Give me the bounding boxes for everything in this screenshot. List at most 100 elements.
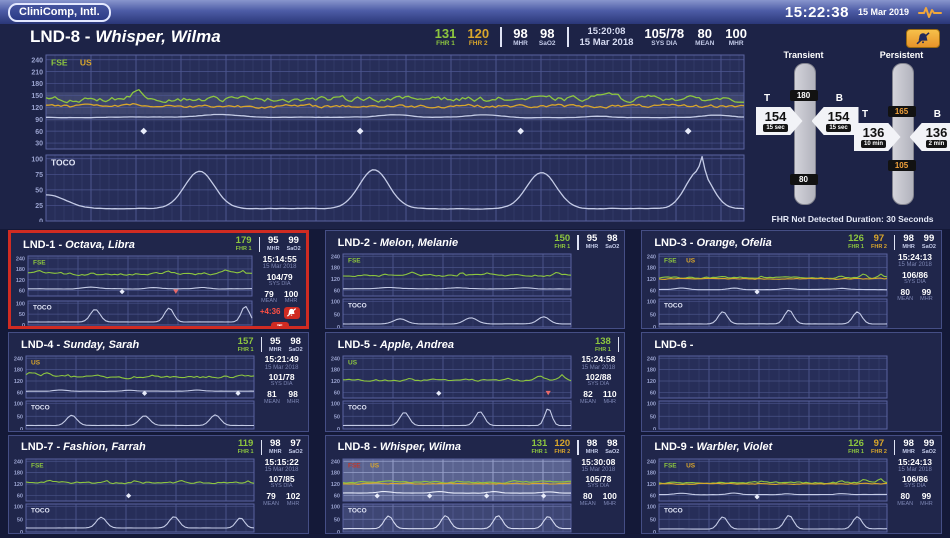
alarm-muted-icon[interactable] <box>283 306 300 319</box>
fhr-not-detected-text: FHR Not Detected Duration: 30 Seconds <box>771 214 934 224</box>
toco-reference-button[interactable]: T <box>270 321 289 327</box>
panel-body: 240 180 120 60 FSE US 100 50 0 TOCO 15:30:08 15 … <box>326 457 625 533</box>
persistent-b-label: B <box>933 109 941 120</box>
panel-bed-id: LND-5 - <box>337 338 377 351</box>
svg-text:60: 60 <box>334 391 340 397</box>
panel-body: 240 180 120 60 US 100 50 0 TOCO 15:21:49 15 Mar… <box>9 354 308 431</box>
bell-slash-icon <box>286 308 297 317</box>
mhr-value: 98 <box>586 437 598 449</box>
bp-time: 15:24:58 <box>581 354 616 365</box>
patient-panel-lnd-3[interactable]: LND-3 - Orange, Ofelia 126 FHR 1 97 FHR 2 … <box>641 230 942 330</box>
svg-text:50: 50 <box>650 312 656 318</box>
svg-text:120: 120 <box>16 278 25 284</box>
patient-panel-lnd-9[interactable]: LND-9 - Warbler, Violet 126 FHR 1 97 FHR 2… <box>641 434 942 534</box>
panel-sidebar <box>889 354 941 430</box>
patient-panel-lnd-4[interactable]: LND-4 - Sunday, Sarah 157 FHR 1 95 MHR 98 S… <box>8 332 309 432</box>
transient-brady-setting[interactable]: 154 15 sec <box>811 107 859 135</box>
svg-text:100: 100 <box>14 504 23 510</box>
clock-area: 15:22:38 15 Mar 2019 <box>785 4 942 21</box>
mean-value: 79 <box>266 491 276 502</box>
panel-bed-id: LND-1 - <box>23 238 63 251</box>
panel-vitals: 126 FHR 1 97 FHR 2 98 MHR 99 SaO2 <box>848 233 936 251</box>
fhr2-value: 120 <box>554 437 571 449</box>
mhr-value: 98 <box>513 25 528 41</box>
svg-text:120: 120 <box>647 482 656 488</box>
panel-charts: 240 180 120 60 US 100 50 0 TOCO <box>326 354 573 431</box>
svg-text:30: 30 <box>35 141 43 148</box>
svg-text:0: 0 <box>22 323 25 326</box>
panel-charts: 240 180 120 60 FSE 100 50 0 TOCO <box>11 254 254 326</box>
svg-text:180: 180 <box>16 267 25 273</box>
main-fhr-chart: 240 210 180 150 120 90 60 30 FSE US <box>26 54 746 150</box>
panel-toco-chart: 100 50 0 TOCO <box>644 503 889 533</box>
panel-vitals: 150 FHR 1 95 MHR 98 SaO2 <box>554 233 620 251</box>
panel-body: 240 180 120 60 US 100 50 0 TOCO 15:24:58 15 Mar… <box>326 354 625 431</box>
mhr-value: 98 <box>270 437 281 449</box>
mean-mhr-row: 81 MEAN 98 MHR <box>263 389 300 405</box>
panel-sidebar <box>572 252 624 328</box>
mhr-value: 95 <box>586 233 598 245</box>
main-patient-title: LND-8 - Whisper, Wilma <box>30 27 221 47</box>
panel-fhr-chart: 240 180 120 60 <box>644 355 889 400</box>
mean-mhr-row: 79 MEAN 102 MHR <box>263 491 301 507</box>
persistent-lower-limit[interactable]: 105 <box>887 160 916 171</box>
panel-bed-id: LND-2 - <box>337 236 377 249</box>
sao2-value: 98 <box>539 25 555 41</box>
panel-body: 240 180 120 60 FSE 100 50 0 TOCO 15:14:55 15 Ma… <box>11 254 306 327</box>
panel-patient-name: Warbler, Violet <box>696 441 773 454</box>
svg-text:US: US <box>348 360 358 367</box>
clinicomp-logo[interactable]: CliniComp, Intl. <box>8 2 111 22</box>
bp-label: SYS DIA <box>904 483 926 490</box>
panel-bed-id: LND-8 - <box>337 441 377 454</box>
svg-text:50: 50 <box>35 188 43 195</box>
fhr1-value: 131 <box>531 437 548 449</box>
patient-panel-lnd-7[interactable]: LND-7 - Fashion, Farrah 119 FHR 1 98 MHR 9… <box>8 434 309 534</box>
main-patient-display: LND-8 - Whisper, Wilma 131 FHR 1 120 FHR 2… <box>0 24 755 229</box>
patient-panel-lnd-6[interactable]: LND-6 - 240 180 120 60 100 50 0 <box>641 332 942 432</box>
patient-panel-lnd-1[interactable]: LND-1 - Octava, Libra 179 FHR 1 95 MHR 99 S… <box>8 230 309 330</box>
mean-value: 81 <box>267 389 277 400</box>
bp-date: 15 Mar 2018 <box>581 364 616 371</box>
sao2-value: 99 <box>923 437 935 449</box>
transient-lower-limit[interactable]: 80 <box>789 174 818 185</box>
svg-text:120: 120 <box>647 277 656 283</box>
mhr2-value: 100 <box>602 491 617 502</box>
mean-mhr-row: 82 MEAN 110 MHR <box>580 389 617 405</box>
panel-body: 240 180 120 60 100 50 0 <box>642 354 941 431</box>
sao2-value: 97 <box>290 437 301 449</box>
svg-text:TOCO: TOCO <box>348 405 367 412</box>
bp-date: 15 Mar 2018 <box>898 466 932 473</box>
transient-t-label: T <box>764 93 771 104</box>
svg-text:0: 0 <box>39 219 43 222</box>
persistent-brady-setting[interactable]: 136 2 min <box>909 123 950 151</box>
svg-text:0: 0 <box>337 427 340 430</box>
svg-text:50: 50 <box>17 517 23 523</box>
alarm-silence-button[interactable] <box>906 29 940 48</box>
patient-panel-lnd-2[interactable]: LND-2 - Melon, Melanie 150 FHR 1 95 MHR 98… <box>324 230 626 330</box>
fhr1-value: 126 <box>848 233 864 245</box>
svg-text:180: 180 <box>330 266 339 272</box>
panel-patient-name: Apple, Andrea <box>379 338 454 351</box>
panel-header: LND-3 - Orange, Ofelia 126 FHR 1 97 FHR 2 … <box>642 231 941 252</box>
heartbeat-icon[interactable] <box>918 5 942 20</box>
fhr1-value: 131 <box>434 25 457 41</box>
fhr1-value: 179 <box>235 235 252 247</box>
panel-toco-chart: 100 50 0 TOCO <box>644 298 889 328</box>
panel-patient-name: Orange, Ofelia <box>696 236 772 249</box>
bp-date: 15 Mar 2018 <box>898 262 932 269</box>
svg-text:0: 0 <box>20 530 23 533</box>
bp-label: SYS DIA <box>268 280 291 287</box>
svg-text:120: 120 <box>647 379 656 385</box>
transient-upper-limit[interactable]: 180 <box>789 90 818 101</box>
persistent-upper-limit[interactable]: 165 <box>887 106 916 117</box>
svg-text:0: 0 <box>653 427 656 430</box>
panel-sidebar: 15:30:08 15 Mar 2018 105/78 SYS DIA 80 ME… <box>572 457 624 533</box>
panel-toco-chart: 100 50 0 TOCO <box>11 503 256 533</box>
bp-label: SYS DIA <box>904 278 926 285</box>
patient-panel-lnd-8[interactable]: LND-8 - Whisper, Wilma 131 FHR 1 120 FHR 2… <box>324 434 626 534</box>
mhr-value: 98 <box>903 437 914 449</box>
panel-body: 240 180 120 60 FSE 100 50 0 TOCO 15:15:22 15 Ma… <box>9 457 308 533</box>
svg-text:240: 240 <box>647 357 656 363</box>
bp-label: SYS DIA <box>270 381 293 388</box>
patient-panel-lnd-5[interactable]: LND-5 - Apple, Andrea 138 FHR 1 240 180 120… <box>324 332 626 432</box>
